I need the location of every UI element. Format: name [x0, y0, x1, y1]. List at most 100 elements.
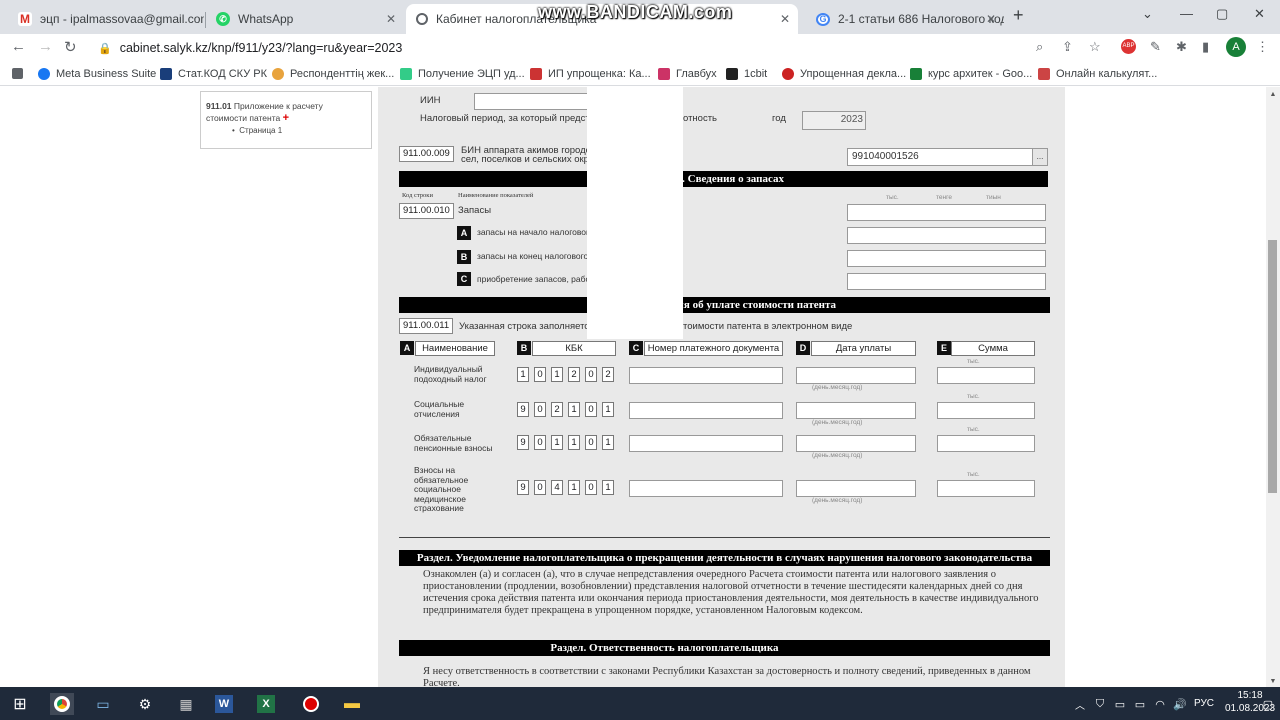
- kbk-digit: 9: [517, 435, 529, 450]
- pen-extension-icon[interactable]: ✎: [1150, 39, 1161, 55]
- add-icon[interactable]: +: [283, 112, 289, 124]
- kbk-digit: 0: [534, 480, 546, 495]
- payment-doc-number-field[interactable]: [629, 480, 783, 497]
- year-label: год: [772, 113, 786, 124]
- divider: [399, 537, 1050, 538]
- bookmark-star-icon[interactable]: ☆: [1089, 39, 1101, 55]
- file-explorer-icon[interactable]: ▬: [340, 693, 364, 715]
- bookmark-item[interactable]: Meta Business Suite: [38, 68, 156, 80]
- bookmark-item[interactable]: курс архитек - Goo...: [910, 68, 1032, 80]
- sidebar-page-link[interactable]: Страница 1: [239, 126, 282, 135]
- inventory-field[interactable]: [847, 204, 1046, 221]
- lock-icon[interactable]: 🔒: [98, 42, 112, 55]
- windows-start-icon[interactable]: ⊞: [8, 693, 32, 715]
- payment-date-field[interactable]: [796, 402, 916, 419]
- chrome-icon[interactable]: [50, 693, 74, 715]
- tab-google[interactable]: G 2-1 статьи 686 Налогового код... ✕: [806, 4, 1004, 34]
- tab-gmail[interactable]: M эцп - ipalmassovaa@gmail.com: [8, 4, 204, 34]
- payment-row-name: подоходный налог: [414, 373, 487, 384]
- kbk-digit: 0: [534, 367, 546, 382]
- bookmark-item[interactable]: Респонденттің жек...: [272, 68, 394, 80]
- col-header-date: Дата уплаты: [811, 341, 916, 356]
- volume-icon[interactable]: 🔊: [1168, 693, 1192, 715]
- input-language[interactable]: РУС: [1194, 698, 1214, 709]
- bookmark-item[interactable]: Онлайн калькулят...: [1038, 68, 1157, 80]
- side-panel-icon[interactable]: ▮: [1202, 39, 1209, 55]
- word-icon[interactable]: W: [215, 695, 233, 713]
- system-clock[interactable]: 15:18 01.08.2023: [1225, 689, 1275, 715]
- new-tab-button[interactable]: +: [1013, 6, 1031, 24]
- section-inventory-header: дл. Сведения о запасах: [399, 171, 1048, 187]
- column-name-header: Наименование показателей: [458, 192, 534, 199]
- back-button[interactable]: ←: [11, 38, 26, 55]
- forward-button[interactable]: →: [38, 38, 53, 55]
- scroll-down-icon[interactable]: ▼: [1266, 678, 1280, 685]
- payment-date-field[interactable]: [796, 480, 916, 497]
- payment-doc-number-field[interactable]: [629, 435, 783, 452]
- close-window-button[interactable]: ✕: [1254, 6, 1265, 22]
- gmail-icon: M: [18, 12, 32, 26]
- address-bar[interactable]: 🔒 cabinet.salyk.kz/knp/f911/y23/?lang=ru…: [88, 35, 1112, 61]
- tab-whatsapp[interactable]: ✆ WhatsApp ✕: [206, 4, 404, 34]
- bookmark-item[interactable]: Получение ЭЦП уд...: [400, 68, 525, 80]
- payment-sum-field[interactable]: [937, 480, 1035, 497]
- tab-search-icon[interactable]: ⌄: [1142, 6, 1153, 22]
- col-header-name: Наименование: [415, 341, 495, 356]
- kbk-digit: 0: [585, 435, 597, 450]
- payment-sum-field[interactable]: [937, 435, 1035, 452]
- close-icon[interactable]: ✕: [780, 12, 790, 26]
- akim-lookup-button[interactable]: ...: [1032, 148, 1048, 166]
- payment-sum-field[interactable]: [937, 367, 1035, 384]
- payment-sum-field[interactable]: [937, 402, 1035, 419]
- reload-button[interactable]: ↻: [64, 38, 77, 56]
- zoom-icon[interactable]: ⌕: [1036, 39, 1043, 55]
- share-icon[interactable]: ⇪: [1062, 39, 1073, 55]
- inventory-purchase-field[interactable]: [847, 273, 1046, 290]
- payment-row-name: социальное: [414, 484, 461, 494]
- close-icon[interactable]: ✕: [986, 12, 996, 26]
- sum-unit-hint: тыс.: [967, 426, 980, 433]
- akim-bin-field[interactable]: 991040001526: [847, 148, 1033, 166]
- adblock-icon[interactable]: ABP: [1121, 39, 1136, 54]
- scrollbar-thumb[interactable]: [1268, 240, 1277, 493]
- kbk-digit: 1: [551, 435, 563, 450]
- remote-desktop-icon[interactable]: ▭: [91, 693, 115, 715]
- bookmark-item[interactable]: Стат.КОД СКУ РК: [160, 68, 267, 80]
- payment-row-name: Индивидуальный: [414, 364, 483, 374]
- menu-icon[interactable]: ⋮: [1256, 39, 1269, 55]
- payment-date-field[interactable]: [796, 435, 916, 452]
- profile-avatar[interactable]: A: [1226, 37, 1246, 57]
- bookmark-item[interactable]: Главбух: [658, 68, 717, 80]
- iin-field[interactable]: [474, 93, 588, 110]
- date-format-hint: (день.месяц.год): [812, 419, 863, 426]
- bookmark-item[interactable]: ИП упрощенка: Ка...: [530, 68, 651, 80]
- minimize-button[interactable]: —: [1180, 6, 1193, 21]
- close-icon[interactable]: ✕: [386, 12, 396, 26]
- inventory-start-field[interactable]: [847, 227, 1046, 244]
- bookmark-item[interactable]: 1cbit: [726, 68, 767, 80]
- settings-gear-icon[interactable]: ⚙: [133, 693, 157, 715]
- payment-doc-number-field[interactable]: [629, 402, 783, 419]
- obscuring-panel: [587, 87, 683, 339]
- scroll-up-icon[interactable]: ▲: [1266, 91, 1280, 98]
- year-field[interactable]: 2023: [802, 111, 866, 130]
- col-header-kbk: КБК: [532, 341, 616, 356]
- payment-date-field[interactable]: [796, 367, 916, 384]
- clock-date: 01.08.2023: [1225, 703, 1276, 714]
- payment-doc-number-field[interactable]: [629, 367, 783, 384]
- page-icon: [160, 68, 172, 80]
- maximize-button[interactable]: ▢: [1216, 6, 1228, 22]
- bandicam-record-icon[interactable]: [299, 693, 323, 715]
- calculator-icon[interactable]: ▦: [174, 693, 198, 715]
- excel-icon[interactable]: X: [257, 695, 275, 713]
- section-notice-header: Раздел. Уведомление налогоплательщика о …: [399, 550, 1050, 566]
- apps-icon[interactable]: [12, 68, 29, 79]
- tab-title: WhatsApp: [238, 12, 294, 26]
- kbk-digit: 1: [602, 435, 614, 450]
- bookmark-item[interactable]: Упрощенная декла...: [782, 68, 906, 80]
- period-label: Налоговый период, за который представ: [420, 113, 600, 124]
- extensions-icon[interactable]: ✱: [1176, 39, 1187, 55]
- inventory-end-field[interactable]: [847, 250, 1046, 267]
- page-icon: [272, 68, 284, 80]
- payment-row-name: медицинское: [414, 493, 466, 504]
